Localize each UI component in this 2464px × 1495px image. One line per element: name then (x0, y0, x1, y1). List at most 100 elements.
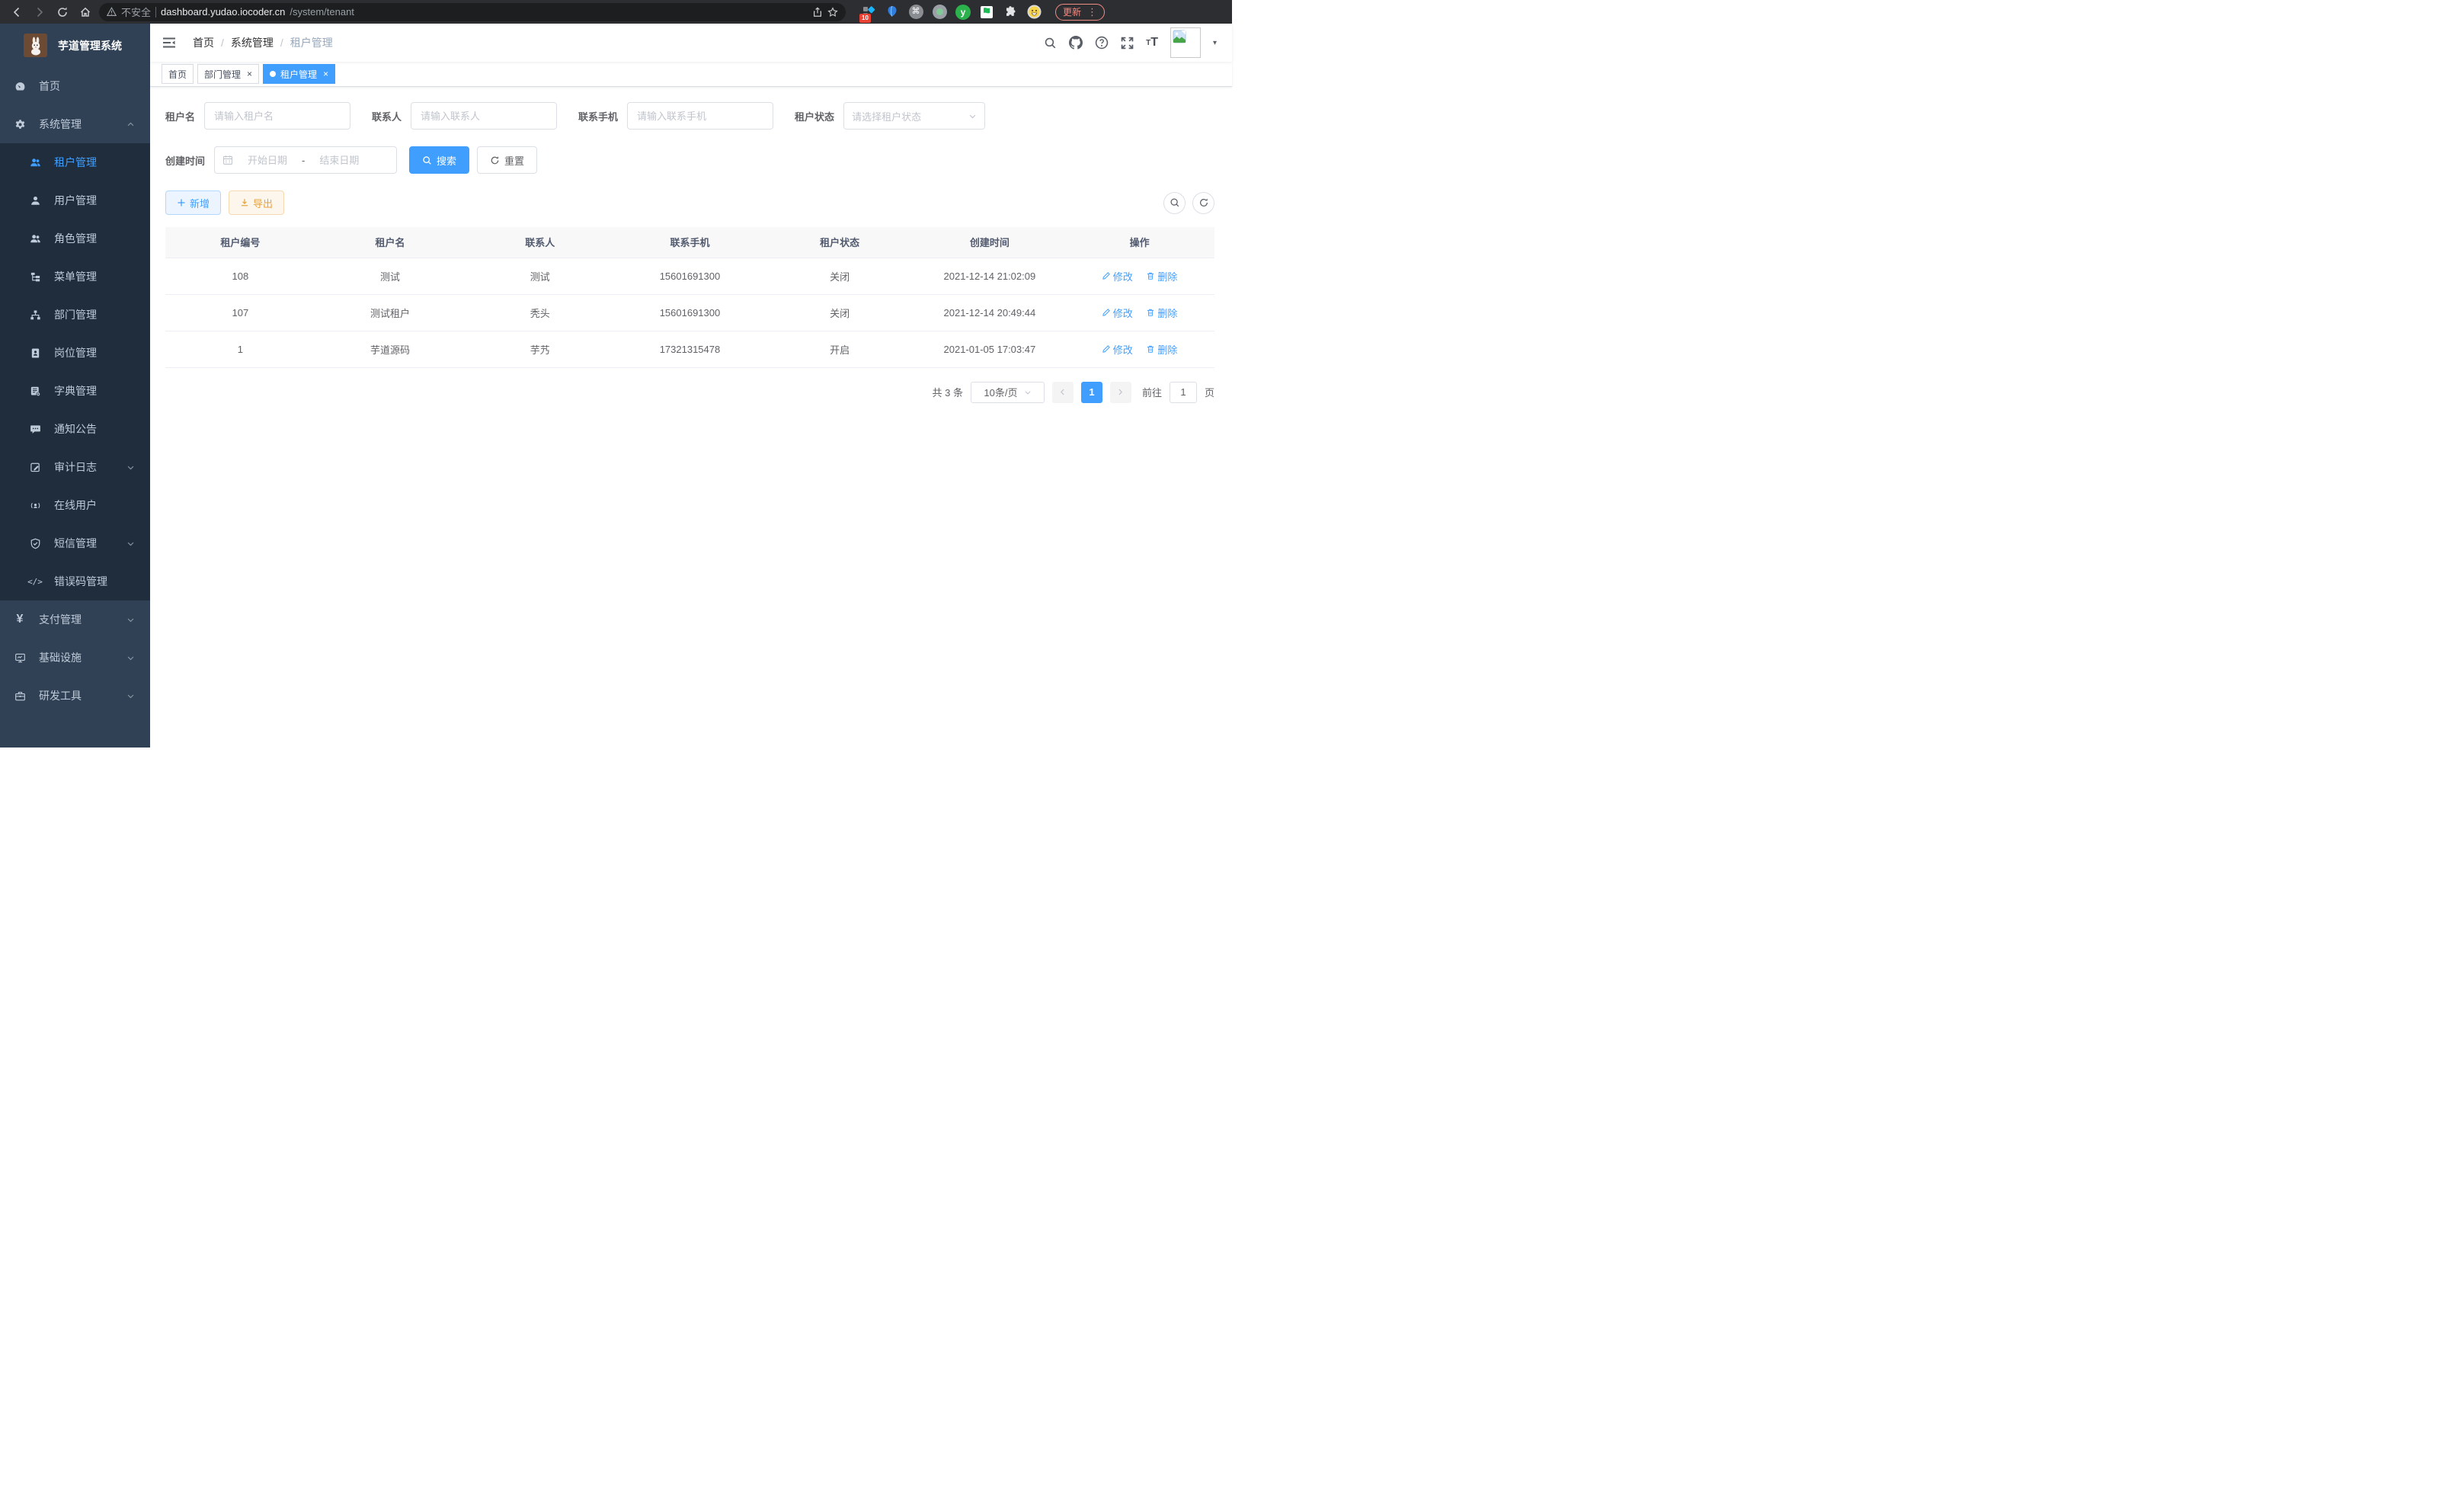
table-row: 108 测试 测试 15601691300 关闭 2021-12-14 21:0… (165, 258, 1214, 294)
chevron-down-icon (1024, 389, 1032, 396)
github-icon[interactable] (1069, 36, 1083, 50)
cell-tenant-name: 测试 (315, 258, 466, 294)
download-icon (240, 198, 249, 207)
tab-home[interactable]: 首页 (162, 64, 194, 84)
sidebar-item-label: 字典管理 (54, 383, 97, 399)
sidebar-item-menu[interactable]: 菜单管理 (0, 258, 150, 296)
active-dot (270, 71, 276, 77)
browser-menu-icon[interactable]: ⋮ (1087, 6, 1097, 18)
page-number-1[interactable]: 1 (1081, 382, 1102, 403)
extension-flag-icon[interactable] (979, 5, 994, 20)
edit-link[interactable]: 修改 (1102, 306, 1133, 320)
extension-y-icon[interactable]: y (955, 5, 971, 20)
cell-status: 关闭 (765, 258, 915, 294)
sidebar-item-tenant[interactable]: 租户管理 (0, 143, 150, 181)
extensions-menu-icon[interactable] (1003, 5, 1018, 20)
date-separator: - (302, 155, 305, 166)
edit-icon (1102, 344, 1111, 354)
browser-update-button[interactable]: 更新 ⋮ (1055, 4, 1105, 21)
sidebar-item-home[interactable]: 首页 (0, 67, 150, 105)
tree-table-icon (29, 271, 41, 283)
status-select[interactable]: 请选择租户状态 (843, 102, 985, 130)
sidebar-item-label: 基础设施 (39, 650, 82, 665)
avatar-dropdown-caret[interactable]: ▾ (1213, 39, 1217, 47)
date-start-input[interactable] (238, 155, 297, 166)
extension-command-icon[interactable]: ⌘ (908, 5, 923, 20)
next-page-button[interactable] (1110, 382, 1131, 403)
date-range-picker[interactable]: - (214, 146, 397, 174)
close-icon[interactable]: × (247, 69, 252, 79)
tenant-name-input[interactable] (204, 102, 350, 130)
sidebar-item-audit-log[interactable]: 审计日志 (0, 448, 150, 486)
browser-profile-avatar[interactable] (1026, 5, 1042, 20)
sidebar-item-online-users[interactable]: 在线用户 (0, 486, 150, 524)
sidebar-item-payment[interactable]: ¥ 支付管理 (0, 600, 150, 639)
date-end-input[interactable] (309, 155, 369, 166)
breadcrumb-system[interactable]: 系统管理 (231, 35, 274, 50)
help-icon[interactable] (1095, 36, 1109, 50)
green-dot (936, 8, 943, 15)
dashboard-icon (14, 80, 26, 92)
share-icon[interactable] (812, 7, 823, 18)
close-icon[interactable]: × (323, 69, 328, 79)
edit-link[interactable]: 修改 (1102, 269, 1133, 283)
tab-dept[interactable]: 部门管理× (197, 64, 259, 84)
breadcrumb: 首页 / 系统管理 / 租户管理 (193, 35, 333, 50)
bookmark-star-icon[interactable] (827, 7, 838, 18)
edit-link[interactable]: 修改 (1102, 342, 1133, 357)
extension-balloon-icon[interactable] (885, 5, 900, 20)
sidebar-item-sms[interactable]: 短信管理 (0, 524, 150, 562)
url-host: dashboard.yudao.iocoder.cn (161, 6, 285, 18)
page-size-select[interactable]: 10条/页 (971, 382, 1045, 403)
contact-input[interactable] (411, 102, 557, 130)
browser-home-button[interactable] (76, 3, 94, 21)
prev-page-button[interactable] (1052, 382, 1074, 403)
sidebar-item-user[interactable]: 用户管理 (0, 181, 150, 219)
green-flag-icon (981, 6, 993, 18)
font-size-icon[interactable]: TT (1146, 36, 1158, 50)
breadcrumb-home[interactable]: 首页 (193, 35, 214, 50)
sidebar-item-dept[interactable]: 部门管理 (0, 296, 150, 334)
extension-tabs-icon[interactable]: 10 (861, 5, 876, 20)
refresh-table-button[interactable] (1192, 192, 1214, 214)
sidebar-item-post[interactable]: 岗位管理 (0, 334, 150, 372)
browser-forward-button[interactable] (30, 3, 49, 21)
sidebar-item-infra[interactable]: 基础设施 (0, 639, 150, 677)
extension-record-icon[interactable] (932, 5, 947, 20)
delete-link[interactable]: 删除 (1146, 342, 1177, 357)
address-bar[interactable]: 不安全 dashboard.yudao.iocoder.cn/system/te… (99, 3, 846, 21)
tab-tenant[interactable]: 租户管理× (263, 64, 335, 84)
goto-page-input[interactable] (1170, 382, 1197, 403)
delete-link[interactable]: 删除 (1146, 306, 1177, 320)
app-logo-row[interactable]: 芋道管理系统 (0, 24, 150, 67)
status-select-placeholder: 请选择租户状态 (852, 109, 921, 123)
sidebar-collapse-button[interactable] (162, 37, 176, 49)
broken-image-icon (1173, 30, 1186, 43)
sidebar-item-dev-tools[interactable]: 研发工具 (0, 677, 150, 715)
header-search-icon[interactable] (1044, 37, 1057, 50)
cell-created: 2021-12-14 20:49:44 (915, 294, 1065, 331)
sidebar-item-label: 菜单管理 (54, 269, 97, 284)
browser-back-button[interactable] (8, 3, 26, 21)
show-search-toggle-button[interactable] (1163, 192, 1186, 214)
browser-reload-button[interactable] (53, 3, 72, 21)
fullscreen-icon[interactable] (1121, 37, 1134, 50)
sidebar-item-label: 用户管理 (54, 193, 97, 208)
sidebar-item-label: 角色管理 (54, 231, 97, 246)
sidebar-item-error-code[interactable]: </> 错误码管理 (0, 562, 150, 600)
mobile-input[interactable] (627, 102, 773, 130)
sidebar-item-notice[interactable]: 通知公告 (0, 410, 150, 448)
sidebar-item-label: 系统管理 (39, 117, 82, 132)
export-button[interactable]: 导出 (229, 190, 284, 215)
user-avatar[interactable] (1170, 27, 1201, 58)
col-contact: 联系人 (465, 227, 615, 258)
delete-link[interactable]: 删除 (1146, 269, 1177, 283)
sidebar-item-system[interactable]: 系统管理 (0, 105, 150, 143)
sidebar-item-role[interactable]: 角色管理 (0, 219, 150, 258)
add-button[interactable]: 新增 (165, 190, 221, 215)
plus-icon (177, 198, 186, 207)
search-button[interactable]: 搜索 (409, 146, 469, 174)
sidebar-item-dict[interactable]: 字典管理 (0, 372, 150, 410)
cell-tenant-name: 芋道源码 (315, 331, 466, 367)
reset-button[interactable]: 重置 (477, 146, 537, 174)
